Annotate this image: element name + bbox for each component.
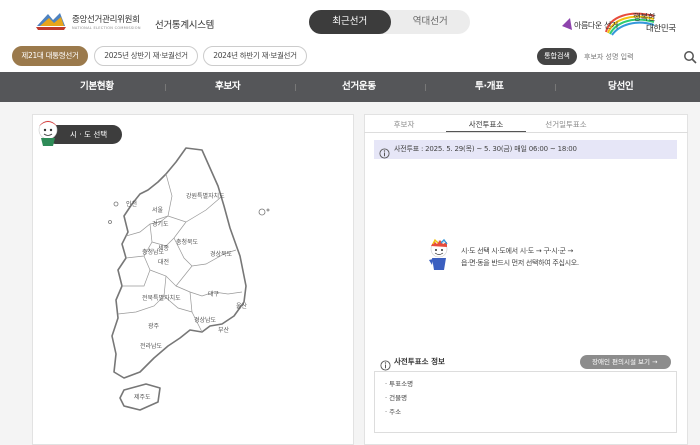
nav-candidates[interactable]: 후보자 (215, 72, 241, 102)
tab-early-voting-stations[interactable]: 사전투표소 (446, 116, 526, 133)
nav-winners[interactable]: 당선인 (608, 72, 634, 102)
nav-divider (295, 84, 296, 91)
notice-text-2: 읍·면·동을 반드시 먼저 선택하여 주십시오. (461, 259, 579, 267)
region-jeonnam: 전라남도 (140, 342, 163, 350)
info-item-station-name: · 투표소명 (385, 380, 414, 388)
mascot-icon (425, 238, 453, 274)
candidate-search-input[interactable] (584, 48, 682, 65)
region-ulsan: 울산 (236, 302, 248, 310)
header: 중앙선거관리위원회 NATIONAL ELECTION COMMISSION 선… (0, 0, 700, 44)
system-name: 선거통계시스템 (155, 20, 215, 31)
early-voting-info-title: 사전투표소 정보 (394, 357, 445, 366)
region-daejeon: 대전 (158, 258, 169, 266)
mainland-outline (111, 147, 247, 379)
nec-logo[interactable]: 중앙선거관리위원회 NATIONAL ELECTION COMMISSION (34, 10, 141, 32)
election-period-tabs: 최근선거 역대선거 (309, 10, 470, 34)
region-chungbuk: 충청북도 (176, 238, 199, 246)
search-icon[interactable] (683, 49, 697, 64)
tab-divider (364, 132, 688, 133)
selection-notice: 시·도 선택 시·도에서 시·도 → 구·시·군 → 읍·면·동을 반드시 먼저… (425, 238, 625, 274)
org-name-en: NATIONAL ELECTION COMMISSION (72, 25, 141, 30)
election-selector-bar: 제21대 대통령선거 2025년 상반기 재·보궐선거 2024년 하반기 재·… (0, 46, 700, 70)
nav-basic-status[interactable]: 기본현황 (80, 72, 114, 102)
slogan-text-c: 대한민국 (646, 24, 676, 34)
early-voting-info-box: · 투표소명 · 건물명 · 주소 (374, 371, 677, 433)
notice-text-1: 시·도 선택 시·도에서 시·도 → 구·시·군 → (461, 247, 574, 255)
region-jeonbuk: 전북특별자치도 (142, 294, 181, 302)
region-jeju: 제주도 (134, 393, 151, 401)
region-gangwon: 강원특별자치도 (186, 192, 225, 200)
region-gwangju: 광주 (148, 323, 160, 330)
info-icon (380, 356, 391, 371)
chip-2025-by-election[interactable]: 2025년 상반기 재·보궐선거 (94, 46, 198, 66)
nav-campaign[interactable]: 선거운동 (342, 72, 376, 102)
region-busan: 부산 (218, 326, 230, 334)
nav-divider (555, 84, 556, 91)
nav-divider (165, 84, 166, 91)
chip-2024-by-election[interactable]: 2024년 하반기 재·보궐선거 (203, 46, 307, 66)
region-gyeongnam: 경상남도 (194, 316, 217, 324)
main-nav: 기본현황 후보자 선거운동 투·개표 당선인 (0, 72, 700, 102)
info-item-address: · 주소 (385, 408, 402, 416)
region-daegu: 대구 (208, 290, 220, 298)
early-voting-info-header: 사전투표소 정보 장애인 편의시설 보기 → (374, 353, 677, 371)
region-seoul: 서울 (152, 206, 164, 214)
region-gyeongbuk: 경상북도 (210, 250, 233, 258)
nec-emblem-icon (34, 10, 68, 32)
nav-divider (425, 84, 426, 91)
accessibility-facilities-button[interactable]: 장애인 편의시설 보기 → (580, 355, 671, 369)
slogan-text-a: 아름다운 선거 (574, 21, 618, 30)
slogan-banner: 아름다운 선거 행복한 대한민국 (558, 8, 690, 36)
tab-election-day-stations[interactable]: 선거일투표소 (532, 116, 600, 133)
integrated-search-badge: 통합검색 (537, 48, 577, 65)
tab-candidates[interactable]: 후보자 (380, 116, 428, 133)
tab-past-elections[interactable]: 역대선거 (391, 10, 471, 34)
region-sejong: 세종 (158, 244, 170, 252)
ulleung-island (258, 208, 266, 216)
info-icon (379, 144, 390, 159)
page: 중앙선거관리위원회 NATIONAL ELECTION COMMISSION 선… (0, 0, 700, 445)
chip-presidential-election[interactable]: 제21대 대통령선거 (12, 46, 88, 66)
korea-map[interactable]: 인천 서울 경기도 강원특별자치도 충청남도 세종 충청북도 대전 경상북도 전… (106, 146, 276, 414)
info-item-building-name: · 건물명 (385, 394, 408, 402)
early-voting-period: 사전투표 : 2025. 5. 29(목) ~ 5. 30(금) 매일 06:0… (374, 140, 677, 159)
mascot-icon (34, 116, 64, 148)
nav-voting-counting[interactable]: 투·개표 (475, 72, 504, 102)
sido-select-tag: 시 · 도 선택 (34, 120, 122, 146)
region-incheon: 인천 (126, 200, 137, 208)
org-name: 중앙선거관리위원회 (72, 14, 140, 25)
region-gyeonggi: 경기도 (152, 220, 169, 228)
tab-recent-election[interactable]: 최근선거 (309, 10, 391, 34)
